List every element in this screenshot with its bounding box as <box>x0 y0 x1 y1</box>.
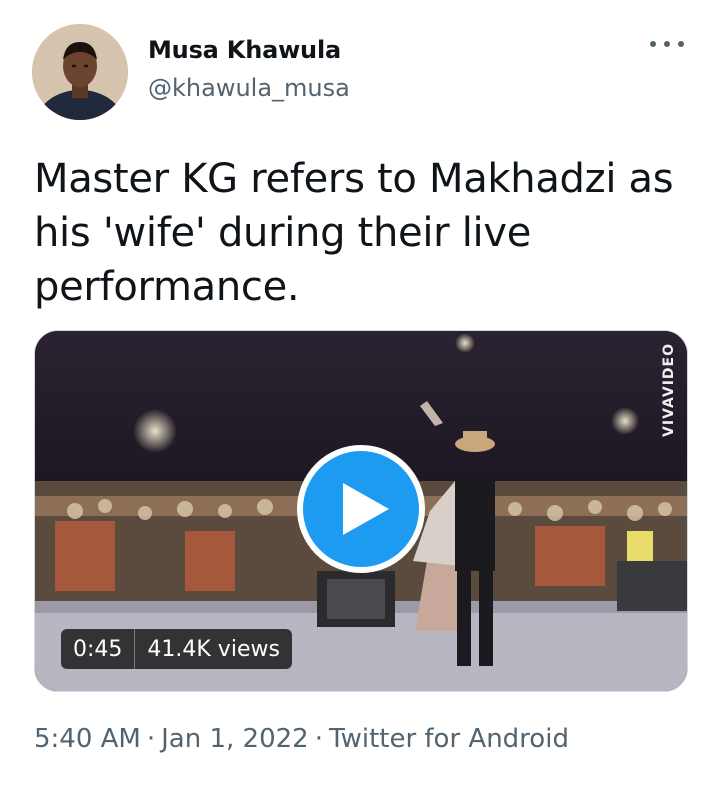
more-horizontal-icon[interactable] <box>650 34 684 54</box>
video-stats: 0:45 41.4K views <box>61 629 292 669</box>
play-icon <box>343 483 389 535</box>
tweet-metadata: 5:40 AM · Jan 1, 2022 · Twitter for Android <box>34 724 569 754</box>
tweet-text: Master KG refers to Makhadzi as his 'wif… <box>34 156 674 310</box>
video-view-count: 41.4K views <box>147 636 280 662</box>
video-duration: 0:45 <box>73 636 123 662</box>
avatar-image <box>32 24 128 120</box>
tweet-time[interactable]: 5:40 AM <box>34 724 141 754</box>
avatar[interactable] <box>32 24 128 120</box>
tweet: Musa Khawula @khawula_musa Master KG ref… <box>0 0 720 790</box>
author-name[interactable]: Musa Khawula <box>148 36 341 64</box>
author-handle[interactable]: @khawula_musa <box>148 74 350 102</box>
separator: · <box>146 724 156 754</box>
play-button[interactable] <box>297 445 425 573</box>
video-watermark: VIVAVIDEO <box>661 343 677 437</box>
separator: · <box>314 724 323 754</box>
tweet-source: Twitter for Android <box>329 724 569 754</box>
video-player[interactable]: VIVAVIDEO 0:45 41.4K views <box>34 330 688 692</box>
tweet-date[interactable]: Jan 1, 2022 <box>161 724 309 754</box>
